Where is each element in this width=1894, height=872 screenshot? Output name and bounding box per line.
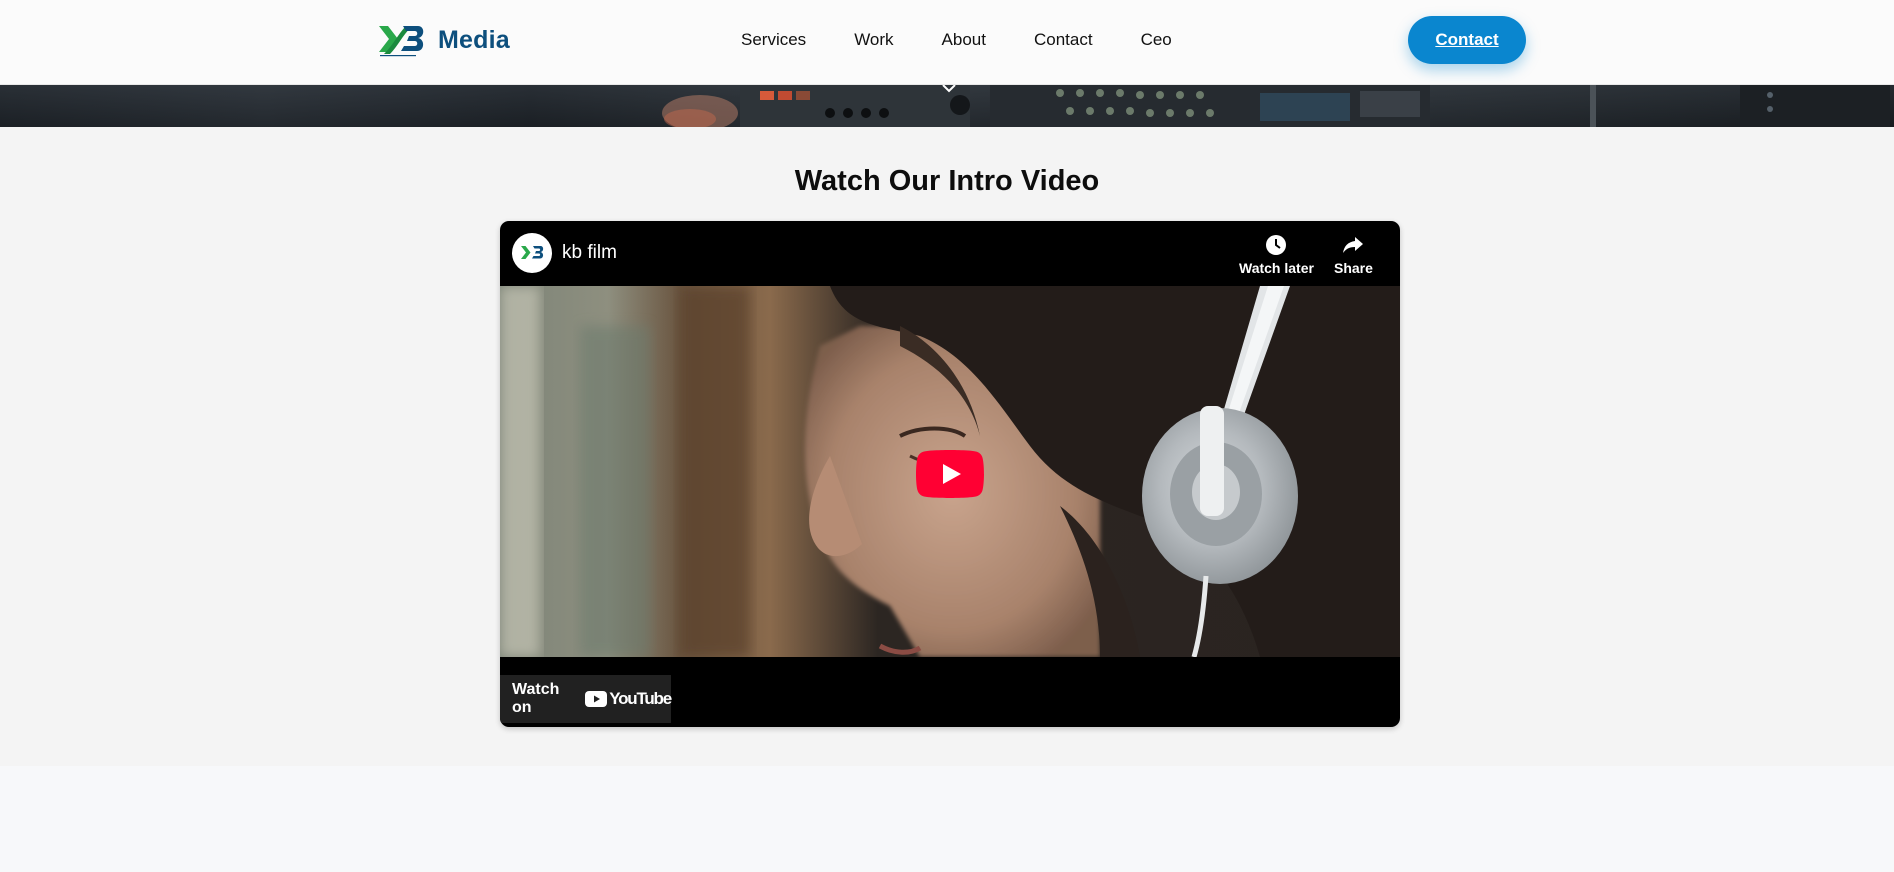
site-header: Media Services Work About Contact Ceo Co… xyxy=(0,0,1894,85)
share-arrow-icon xyxy=(1343,237,1364,253)
watch-later-label: Watch later xyxy=(1239,260,1314,276)
youtube-play-icon[interactable] xyxy=(916,450,984,498)
share-label: Share xyxy=(1334,260,1373,276)
nav-item-contact[interactable]: Contact xyxy=(1034,30,1093,50)
watch-on-youtube-button[interactable]: Watch on YouTube xyxy=(500,675,672,723)
watch-on-label: Watch on xyxy=(512,681,560,716)
youtube-wordmark: YouTube xyxy=(609,689,672,708)
kb-logo-icon xyxy=(521,246,544,259)
intro-video-section: Watch Our Intro Video kb film Watch late… xyxy=(0,127,1894,766)
kb-logo-icon xyxy=(379,26,424,57)
nav-item-work[interactable]: Work xyxy=(854,30,893,50)
nav-item-ceo[interactable]: Ceo xyxy=(1141,30,1172,50)
contact-button[interactable]: Contact xyxy=(1408,16,1526,64)
youtube-embed-player[interactable]: kb film Watch later Share Watch on YouTu… xyxy=(500,221,1400,727)
clock-icon xyxy=(1266,235,1287,255)
nav-item-about[interactable]: About xyxy=(942,30,986,50)
main-nav: Services Work About Contact Ceo xyxy=(741,0,1172,80)
nav-item-services[interactable]: Services xyxy=(741,30,806,50)
channel-link[interactable]: kb film xyxy=(512,233,617,273)
logo-wordmark: Media xyxy=(438,25,510,54)
hero-banner xyxy=(0,85,1894,127)
youtube-icon xyxy=(585,691,608,707)
channel-name[interactable]: kb film xyxy=(562,242,617,264)
share-button[interactable]: Share xyxy=(1334,233,1373,276)
chevron-down-icon[interactable] xyxy=(941,85,957,95)
section-title: Watch Our Intro Video xyxy=(794,165,1100,197)
watch-later-button[interactable]: Watch later xyxy=(1239,233,1314,276)
site-logo[interactable]: Media xyxy=(376,22,510,58)
channel-avatar xyxy=(512,233,552,273)
youtube-logo: YouTube xyxy=(585,689,672,709)
